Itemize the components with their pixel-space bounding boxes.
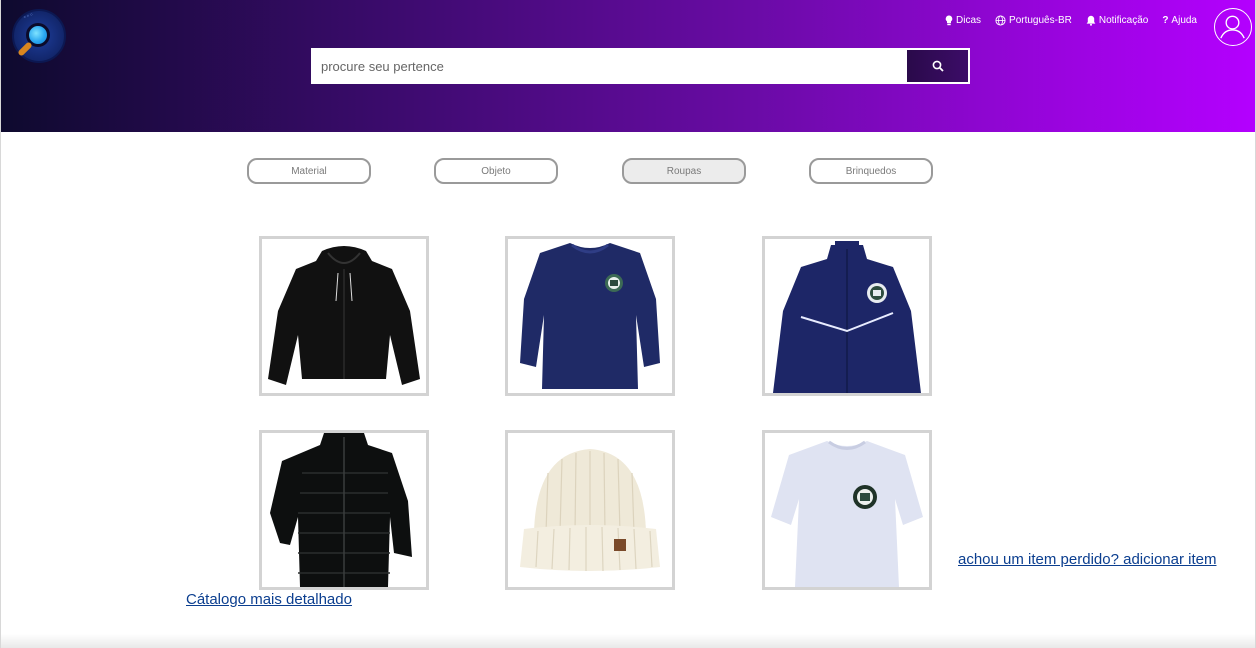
lightbulb-icon — [945, 15, 953, 26]
category-roupas[interactable]: Roupas — [622, 158, 746, 184]
nav-label: Ajuda — [1171, 15, 1197, 26]
nav-item-notificacao[interactable]: Notificação — [1086, 15, 1148, 26]
product-card-black-puffer-jacket[interactable] — [259, 430, 429, 590]
search-bar — [311, 48, 970, 84]
page: ◦◦◦ Dicas Português-BR Notificação ? Aju… — [0, 0, 1256, 648]
question-icon: ? — [1162, 14, 1169, 26]
user-avatar-icon[interactable] — [1214, 8, 1252, 46]
nav-item-ajuda[interactable]: ? Ajuda — [1162, 15, 1197, 26]
nav-label: Português-BR — [1009, 15, 1072, 26]
product-card-white-tshirt[interactable] — [762, 430, 932, 590]
header-bar: ◦◦◦ Dicas Português-BR Notificação ? Aju… — [1, 0, 1255, 132]
magnifier-logo-icon[interactable]: ◦◦◦ — [12, 9, 66, 63]
product-card-navy-sweatshirt[interactable] — [505, 236, 675, 396]
add-item-link[interactable]: achou um item perdido? adicionar item — [958, 551, 1216, 568]
category-filter: Material Objeto Roupas Brinquedos — [1, 158, 1255, 184]
black-puffer-jacket-image — [270, 433, 412, 587]
category-material[interactable]: Material — [247, 158, 371, 184]
search-input[interactable] — [313, 50, 907, 82]
category-brinquedos[interactable]: Brinquedos — [809, 158, 933, 184]
navy-sweatshirt-image — [520, 243, 660, 389]
globe-icon — [995, 15, 1006, 26]
nav-item-dicas[interactable]: Dicas — [945, 15, 981, 26]
search-icon — [932, 60, 944, 72]
navy-track-jacket-image — [773, 241, 921, 393]
category-objeto[interactable]: Objeto — [434, 158, 558, 184]
nav-label: Dicas — [956, 15, 982, 26]
black-hoodie-image — [268, 246, 420, 385]
product-card-black-hoodie[interactable] — [259, 236, 429, 396]
nav-label: Notificação — [1098, 15, 1149, 26]
catalog-link[interactable]: Cátalogo mais detalhado — [186, 591, 352, 608]
nav-item-language[interactable]: Português-BR — [995, 15, 1072, 26]
top-nav: Dicas Português-BR Notificação ? Ajuda — [945, 15, 1197, 26]
footer-shadow — [1, 634, 1255, 648]
product-card-navy-track-jacket[interactable] — [762, 236, 932, 396]
cream-beanie-image — [520, 449, 660, 572]
search-button[interactable] — [907, 50, 968, 82]
product-card-cream-beanie[interactable] — [505, 430, 675, 590]
bell-icon — [1086, 15, 1096, 26]
white-tshirt-image — [771, 440, 923, 587]
